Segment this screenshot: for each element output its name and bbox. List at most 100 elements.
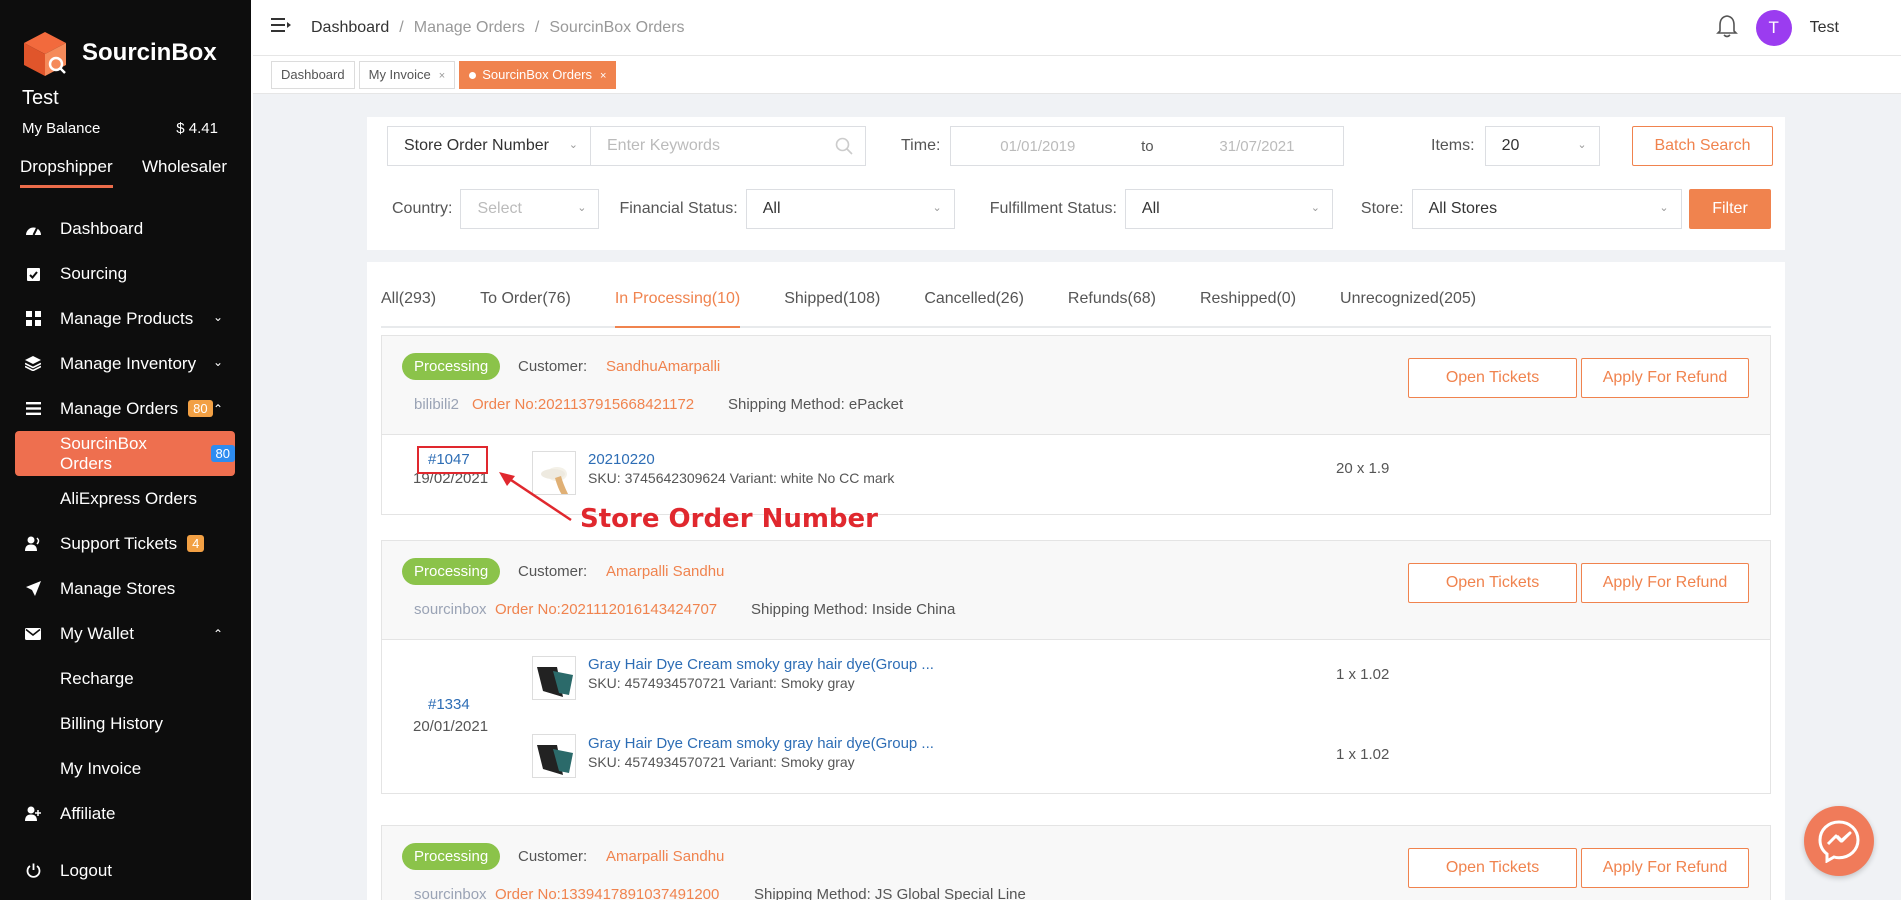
logo[interactable]: SourcinBox bbox=[0, 0, 251, 85]
tab-refunds[interactable]: Refunds(68) bbox=[1068, 288, 1156, 326]
sidebar-item-aliexpress-orders[interactable]: AliExpress Orders bbox=[0, 476, 251, 521]
quantity-price: 1 x 1.02 bbox=[1336, 746, 1390, 763]
status-badge: Processing bbox=[402, 353, 501, 380]
shipping-method: Shipping Method: Inside China bbox=[751, 601, 956, 618]
search-icon[interactable] bbox=[835, 137, 853, 160]
product-title[interactable]: 20210220 bbox=[588, 451, 655, 468]
order-card: Processing Customer: SandhuAmarpalli bil… bbox=[381, 335, 1771, 515]
avatar[interactable]: T bbox=[1755, 10, 1792, 46]
sidebar-item-manage-inventory[interactable]: Manage Inventory ⌄ bbox=[0, 341, 251, 386]
sidebar-item-label: My Invoice bbox=[60, 758, 142, 778]
order-number[interactable]: Order No:1339417891037491200 bbox=[495, 886, 719, 900]
sidebar-item-label: Logout bbox=[60, 860, 112, 880]
keyword-placeholder: Enter Keywords bbox=[607, 137, 720, 154]
close-icon[interactable]: × bbox=[439, 70, 445, 82]
fulfillment-status-label: Fulfillment Status: bbox=[989, 200, 1117, 217]
tab-cancelled[interactable]: Cancelled(26) bbox=[924, 288, 1024, 326]
financial-status-label: Financial Status: bbox=[619, 200, 738, 217]
sidebar-item-recharge[interactable]: Recharge bbox=[0, 656, 251, 701]
sidebar-item-affiliate[interactable]: Affiliate bbox=[0, 791, 251, 836]
quantity-price: 1 x 1.02 bbox=[1336, 666, 1390, 683]
status-badge: Processing bbox=[402, 843, 501, 870]
product-sku: SKU: 4574934570721 Variant: Smoky gray bbox=[588, 675, 855, 691]
breadcrumb-separator: / bbox=[534, 18, 540, 36]
order-number[interactable]: Order No:2021112016143424707 bbox=[495, 601, 717, 618]
page-tab-dashboard[interactable]: Dashboard bbox=[271, 60, 355, 89]
product-thumbnail[interactable] bbox=[532, 734, 576, 778]
tab-all[interactable]: All(293) bbox=[381, 288, 436, 326]
country-select[interactable]: Select ⌄ bbox=[460, 189, 600, 229]
page-tab-sourcinbox-orders[interactable]: SourcinBox Orders × bbox=[459, 60, 617, 89]
apply-refund-button[interactable]: Apply For Refund bbox=[1581, 358, 1749, 398]
sidebar-item-my-invoice[interactable]: My Invoice bbox=[0, 746, 251, 791]
filter-button[interactable]: Filter bbox=[1689, 189, 1771, 229]
store-order-number[interactable]: #1334 bbox=[428, 696, 470, 713]
date-range-picker[interactable]: 01/01/2019 to 31/07/2021 bbox=[950, 126, 1345, 166]
chevron-down-icon: ⌄ bbox=[1659, 202, 1669, 214]
customer-name[interactable]: SandhuAmarpalli bbox=[606, 358, 720, 375]
sidebar-item-label: Support Tickets bbox=[60, 533, 178, 553]
sidebar-item-sourcinbox-orders[interactable]: SourcinBox Orders 80 bbox=[15, 431, 235, 476]
filter-row-2: Country: Select ⌄ Financial Status: All ⌄ … bbox=[392, 189, 1682, 229]
close-icon[interactable]: × bbox=[600, 70, 606, 82]
tab-to-order[interactable]: To Order(76) bbox=[480, 288, 571, 326]
menu-toggle-icon[interactable] bbox=[271, 17, 293, 38]
page-tab-label: Dashboard bbox=[281, 66, 345, 82]
header-user-name[interactable]: Test bbox=[1810, 19, 1839, 37]
sidebar-item-support-tickets[interactable]: Support Tickets 4 bbox=[0, 521, 251, 566]
sidebar-item-dashboard[interactable]: Dashboard bbox=[0, 206, 251, 251]
sidebar-item-sourcing[interactable]: Sourcing bbox=[0, 251, 251, 296]
product-sku: SKU: 4574934570721 Variant: Smoky gray bbox=[588, 754, 855, 770]
batch-search-button[interactable]: Batch Search bbox=[1632, 126, 1773, 166]
sidebar-item-label: Recharge bbox=[60, 668, 134, 688]
filter-row-1: Store Order Number ⌄ Enter Keywords bbox=[387, 126, 866, 166]
breadcrumb-item[interactable]: Dashboard bbox=[311, 19, 389, 37]
role-tab-wholesaler[interactable]: Wholesaler bbox=[142, 157, 227, 188]
page-tab-my-invoice[interactable]: My Invoice × bbox=[358, 60, 456, 89]
filter-panel: Store Order Number ⌄ Enter Keywords Time:… bbox=[367, 117, 1785, 250]
product-thumbnail[interactable] bbox=[532, 656, 576, 700]
product-title[interactable]: Gray Hair Dye Cream smoky gray hair dye(… bbox=[588, 735, 934, 752]
open-tickets-button[interactable]: Open Tickets bbox=[1408, 563, 1577, 603]
open-tickets-button[interactable]: Open Tickets bbox=[1408, 848, 1577, 888]
customer-name[interactable]: Amarpalli Sandhu bbox=[606, 848, 724, 865]
sidebar-item-manage-stores[interactable]: Manage Stores bbox=[0, 566, 251, 611]
fulfillment-status-select[interactable]: All ⌄ bbox=[1124, 189, 1333, 229]
tab-unrecognized[interactable]: Unrecognized(205) bbox=[1340, 288, 1476, 326]
messenger-chat-button[interactable] bbox=[1804, 806, 1874, 876]
store-select[interactable]: All Stores ⌄ bbox=[1411, 189, 1682, 229]
customer-label: Customer: bbox=[518, 563, 588, 580]
dashboard-icon bbox=[24, 220, 42, 238]
sidebar-item-manage-orders[interactable]: Manage Orders 80 ⌃ bbox=[0, 386, 251, 431]
date-to-label: to bbox=[1141, 137, 1154, 155]
sidebar-item-label: Manage Inventory bbox=[60, 353, 197, 373]
layers-icon bbox=[24, 355, 42, 373]
role-tabs: Dropshipper Wholesaler bbox=[0, 137, 251, 188]
chevron-down-icon: ⌄ bbox=[577, 202, 587, 214]
order-number[interactable]: Order No:202113791566842117​2 bbox=[472, 396, 694, 413]
keyword-input[interactable]: Enter Keywords bbox=[591, 126, 866, 166]
sidebar-item-billing-history[interactable]: Billing History bbox=[0, 701, 251, 746]
chevron-up-icon: ⌃ bbox=[212, 627, 223, 641]
page-tabs-bar: Dashboard My Invoice × SourcinBox Orders × bbox=[253, 56, 1901, 94]
product-title[interactable]: Gray Hair Dye Cream smoky gray hair dye(… bbox=[588, 656, 934, 673]
open-tickets-button[interactable]: Open Tickets bbox=[1408, 358, 1577, 398]
breadcrumb-item[interactable]: Manage Orders bbox=[414, 19, 525, 37]
product-sku: SKU: 3745642309624 Variant: white No CC … bbox=[588, 470, 895, 486]
breadcrumb: Dashboard / Manage Orders / SourcinBox O… bbox=[311, 19, 685, 37]
tab-shipped[interactable]: Shipped(108) bbox=[784, 288, 880, 326]
sidebar-item-logout[interactable]: Logout bbox=[0, 848, 251, 893]
customer-name[interactable]: Amarpalli Sandhu bbox=[606, 563, 724, 580]
items-select[interactable]: 20 ⌄ bbox=[1484, 126, 1600, 166]
apply-refund-button[interactable]: Apply For Refund bbox=[1581, 563, 1749, 603]
order-type-select[interactable]: Store Order Number ⌄ bbox=[387, 126, 591, 166]
apply-refund-button[interactable]: Apply For Refund bbox=[1581, 848, 1749, 888]
sidebar-item-manage-products[interactable]: Manage Products ⌄ bbox=[0, 296, 251, 341]
role-tab-dropshipper[interactable]: Dropshipper bbox=[20, 157, 113, 188]
financial-status-select[interactable]: All ⌄ bbox=[745, 189, 955, 229]
tab-in-processing[interactable]: In Processing(10) bbox=[614, 288, 741, 328]
bell-icon[interactable] bbox=[1715, 14, 1738, 43]
tab-reshipped[interactable]: Reshipped(0) bbox=[1200, 288, 1296, 326]
sidebar-item-my-wallet[interactable]: My Wallet ⌃ bbox=[0, 611, 251, 656]
items-per-page: Items: 20 ⌄ bbox=[1431, 126, 1600, 166]
